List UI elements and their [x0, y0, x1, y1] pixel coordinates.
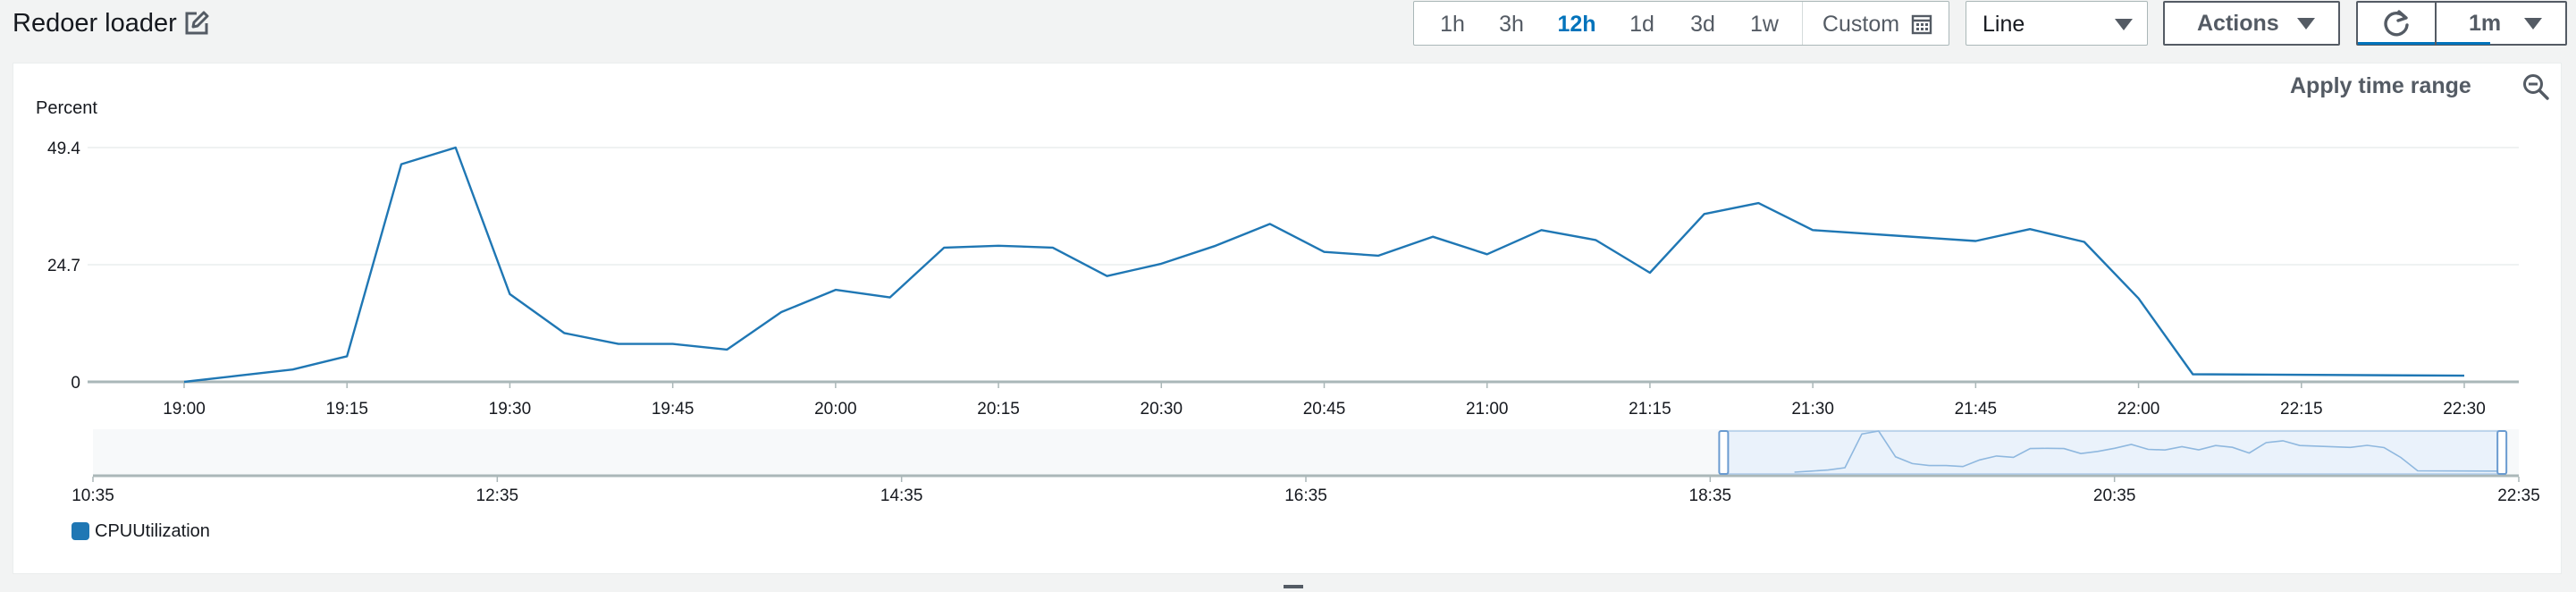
data-point-0-9[interactable] — [668, 339, 678, 350]
data-point-0-3[interactable] — [341, 351, 352, 361]
x-tick-label-11: 21:45 — [1955, 400, 1998, 419]
data-point-0-17[interactable] — [1102, 271, 1113, 282]
data-point-0-7[interactable] — [559, 327, 569, 338]
data-point-0-30[interactable] — [1807, 224, 1818, 235]
data-point-0-25[interactable] — [1536, 224, 1546, 235]
data-point-0-19[interactable] — [1210, 241, 1221, 251]
overview-tick-label-0: 10:35 — [72, 486, 114, 505]
x-tick-label-6: 20:30 — [1141, 400, 1183, 419]
data-point-0-24[interactable] — [1482, 249, 1493, 259]
overview-handle-left[interactable] — [1718, 430, 1730, 475]
overview-tick-label-2: 14:35 — [880, 486, 923, 505]
overview-tick-label-5: 20:35 — [2093, 486, 2136, 505]
y-tick-label-2: 49.4 — [47, 140, 80, 158]
data-point-0-5[interactable] — [450, 142, 461, 153]
data-point-0-10[interactable] — [721, 344, 732, 355]
x-tick-label-4: 20:00 — [814, 400, 857, 419]
data-point-0-15[interactable] — [993, 241, 1004, 251]
overview-tick-label-1: 12:35 — [476, 486, 519, 505]
data-point-0-20[interactable] — [1265, 218, 1275, 229]
data-point-0-28[interactable] — [1699, 208, 1710, 219]
data-point-0-8[interactable] — [613, 339, 624, 350]
data-point-0-27[interactable] — [1645, 267, 1655, 278]
data-point-0-21[interactable] — [1319, 247, 1330, 258]
data-point-0-11[interactable] — [776, 307, 787, 317]
y-tick-label-1: 24.7 — [47, 257, 80, 275]
data-point-0-13[interactable] — [885, 292, 896, 303]
x-tick-label-12: 22:00 — [2117, 400, 2160, 419]
data-point-0-2[interactable] — [287, 364, 298, 375]
overview-tick-label-3: 16:35 — [1284, 486, 1327, 505]
overview-tick-label-6: 22:35 — [2497, 486, 2540, 505]
data-point-0-33[interactable] — [2079, 237, 2090, 248]
data-point-0-0[interactable] — [179, 376, 189, 387]
overview-tick-label-4: 18:35 — [1689, 486, 1732, 505]
x-tick-label-7: 20:45 — [1303, 400, 1346, 419]
data-point-0-16[interactable] — [1048, 242, 1058, 253]
data-point-0-31[interactable] — [1970, 235, 1981, 246]
x-tick-label-9: 21:15 — [1629, 400, 1671, 419]
legend-swatch[interactable] — [72, 522, 89, 540]
data-point-0-26[interactable] — [1590, 234, 1601, 245]
legend-label[interactable]: CPUUtilization — [95, 520, 210, 542]
data-point-0-32[interactable] — [2025, 224, 2035, 234]
data-point-0-22[interactable] — [1373, 250, 1384, 261]
data-point-0-6[interactable] — [504, 289, 515, 300]
x-tick-label-10: 21:30 — [1791, 400, 1834, 419]
data-point-0-12[interactable] — [830, 284, 841, 295]
data-point-0-34[interactable] — [2134, 293, 2144, 304]
data-point-0-1[interactable] — [233, 370, 244, 381]
data-point-0-14[interactable] — [939, 242, 949, 253]
x-tick-label-1: 19:15 — [325, 400, 368, 419]
x-tick-label-13: 22:15 — [2280, 400, 2323, 419]
data-point-0-18[interactable] — [1156, 258, 1166, 269]
resize-handle[interactable] — [1284, 585, 1303, 588]
x-tick-label-2: 19:30 — [489, 400, 532, 419]
overview-selection[interactable] — [1722, 430, 2503, 475]
data-point-0-29[interactable] — [1753, 198, 1764, 208]
cpu-utilization-chart[interactable]: Percent 0 24.7 49.4 19:00 19:15 19:30 19:45 20:0… — [0, 0, 2576, 592]
x-tick-label-14: 22:30 — [2443, 400, 2486, 419]
x-tick-label-5: 20:15 — [977, 400, 1020, 419]
data-point-0-36[interactable] — [2459, 370, 2470, 381]
x-tick-label-8: 21:00 — [1466, 400, 1509, 419]
data-point-0-4[interactable] — [396, 159, 407, 170]
data-point-0-35[interactable] — [2187, 369, 2198, 380]
x-tick-label-0: 19:00 — [163, 400, 206, 419]
data-point-0-23[interactable] — [1427, 232, 1438, 242]
y-axis-label: Percent — [36, 98, 97, 118]
overview-handle-right[interactable] — [2496, 430, 2508, 475]
x-tick-label-3: 19:45 — [652, 400, 695, 419]
y-tick-label-0: 0 — [71, 374, 80, 393]
